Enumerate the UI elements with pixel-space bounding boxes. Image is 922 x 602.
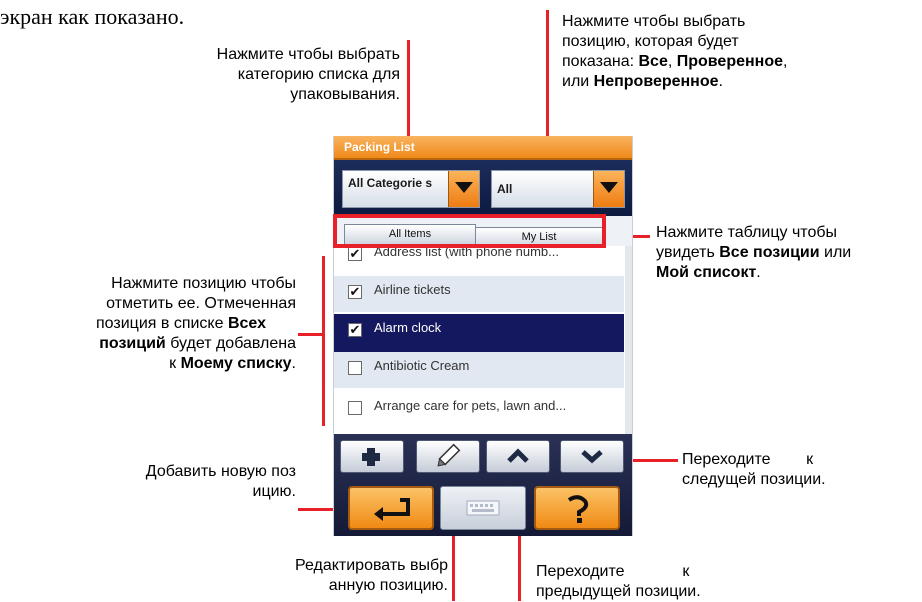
- text-unchecked: Непроверенное: [593, 73, 719, 90]
- title-bar: Packing List: [334, 136, 632, 160]
- text-to: к: [169, 355, 181, 372]
- add-button[interactable]: [340, 440, 404, 473]
- annotation-filter-line4: или Непроверенное.: [562, 72, 882, 92]
- annotation-prev: Переходите к предыдущей позиции.: [536, 562, 796, 602]
- annotation-add-line1: Добавить новую поз: [145, 463, 296, 480]
- annotation-tabs: Нажмите таблицу чтобы увидеть Все позици…: [656, 223, 922, 283]
- annotation-item-line5: к Моему списку.: [0, 354, 296, 374]
- annotation-prev-line2: предыдущей позиции.: [536, 583, 701, 600]
- intro-text: экран как показано.: [0, 4, 185, 29]
- annotation-category: Нажмите чтобы выбрать категорию списка д…: [216, 46, 400, 103]
- text-items: позиций: [99, 335, 166, 352]
- annotation-item-line1: Нажмите позицию чтобы: [111, 275, 296, 292]
- leader-line-item: [322, 256, 325, 426]
- help-icon: [567, 495, 589, 523]
- annotation-item-line2: отметить ее. Отмеченная: [106, 295, 296, 312]
- text-all: Всех: [227, 315, 266, 332]
- annotation-tabs-line1: Нажмите таблицу чтобы: [656, 224, 838, 241]
- edit-pencil-icon: [437, 443, 461, 467]
- category-dropdown[interactable]: All Categorie s: [342, 170, 480, 208]
- item-label: Antibiotic Cream: [374, 358, 470, 373]
- text-end: .: [291, 355, 296, 372]
- text-checked: Проверенное: [676, 53, 783, 70]
- checkbox[interactable]: ✔: [348, 285, 362, 299]
- text-or: или: [819, 244, 852, 261]
- text-added: будет добавлена: [165, 335, 296, 352]
- edit-button[interactable]: [416, 440, 480, 473]
- down-arrow-icon: [581, 450, 603, 464]
- text-shown: показана:: [562, 53, 639, 70]
- text-my-list: Мой списокт: [656, 264, 757, 281]
- text-end: .: [718, 73, 723, 90]
- text-my-list: Моему списку: [180, 355, 292, 372]
- checkbox[interactable]: ✔: [348, 323, 362, 337]
- up-arrow-icon: [507, 448, 529, 463]
- text-end: .: [756, 264, 761, 281]
- annotation-prev-line1: Переходите к: [536, 563, 690, 580]
- help-button[interactable]: [534, 486, 620, 530]
- back-button[interactable]: [348, 486, 434, 530]
- annotation-filter: Нажмите чтобы выбрать позицию, которая б…: [562, 12, 882, 92]
- button-bar: [334, 434, 632, 536]
- previous-item-button[interactable]: [486, 440, 550, 473]
- annotation-item-line4: позиций будет добавлена: [0, 334, 296, 354]
- text-or: или: [562, 73, 594, 90]
- annotation-tabs-line3: Мой списокт.: [656, 263, 922, 283]
- back-return-icon: [374, 498, 410, 521]
- text-see: увидеть: [656, 244, 720, 261]
- annotation-filter-line1: Нажмите чтобы выбрать: [562, 13, 746, 30]
- next-item-button[interactable]: [560, 440, 624, 473]
- item-label: Arrange care for pets, lawn and...: [374, 398, 567, 413]
- add-icon: [362, 448, 380, 466]
- keyboard-button[interactable]: [440, 486, 526, 530]
- text-sep2: ,: [783, 53, 788, 70]
- list-item-selected[interactable]: ✔ Alarm clock: [334, 314, 624, 352]
- text-all: Все: [638, 53, 668, 70]
- annotation-edit-line2: анную позицию.: [328, 577, 448, 594]
- checkbox[interactable]: [348, 361, 362, 375]
- list-item[interactable]: ✔ Airline tickets: [334, 276, 624, 312]
- annotation-item-line3: позиция в списке Всех: [0, 314, 296, 334]
- scrollbar[interactable]: [625, 246, 632, 434]
- item-label: Airline tickets: [374, 282, 451, 297]
- packing-list-screen: Packing List All Categorie s All All Ite…: [333, 136, 633, 536]
- annotation-next: Переходите к следущей позиции.: [682, 450, 902, 490]
- annotation-edit: Редактировать выбр анную позицию.: [196, 556, 448, 596]
- item-list: ✔ Address list (with phone numb... ✔ Air…: [334, 246, 632, 434]
- filter-dropdown-value: All: [497, 182, 513, 196]
- annotation-edit-line1: Редактировать выбр: [294, 557, 448, 574]
- checkbox[interactable]: [348, 401, 362, 415]
- leader-line-item-h: [298, 333, 324, 336]
- filter-bar: All Categorie s All: [334, 160, 632, 216]
- annotation-next-line1: Переходите к: [682, 451, 814, 468]
- text-in-list: позиция в списке: [96, 315, 228, 332]
- list-item[interactable]: ✔ Address list (with phone numb...: [334, 246, 624, 274]
- window-title: Packing List: [344, 140, 415, 154]
- category-dropdown-value: All Categorie s: [348, 176, 433, 190]
- chevron-down-icon[interactable]: [448, 171, 479, 207]
- chevron-down-icon[interactable]: [593, 171, 624, 207]
- checkbox[interactable]: ✔: [348, 247, 362, 261]
- annotation-add: Добавить новую поз ицию.: [60, 462, 296, 502]
- annotation-add-line2: ицию.: [252, 483, 296, 500]
- annotation-next-line2: следущей позиции.: [682, 471, 826, 488]
- keyboard-icon: [466, 500, 500, 516]
- annotation-filter-line2: позицию, которая будет: [562, 33, 739, 50]
- list-item[interactable]: Antibiotic Cream: [334, 352, 624, 388]
- list-item[interactable]: Arrange care for pets, lawn and...: [334, 392, 624, 428]
- text-all-items: Все позиции: [719, 244, 820, 261]
- annotation-tabs-line2: увидеть Все позиции или: [656, 243, 922, 263]
- tabs-highlight-box: [333, 214, 606, 248]
- annotation-item: Нажмите позицию чтобы отметить ее. Отмеч…: [0, 274, 296, 374]
- text-sep: ,: [667, 53, 677, 70]
- filter-dropdown[interactable]: All: [491, 170, 625, 208]
- annotation-filter-line3: показана: Все, Проверенное,: [562, 52, 882, 72]
- item-label: Alarm clock: [374, 320, 442, 335]
